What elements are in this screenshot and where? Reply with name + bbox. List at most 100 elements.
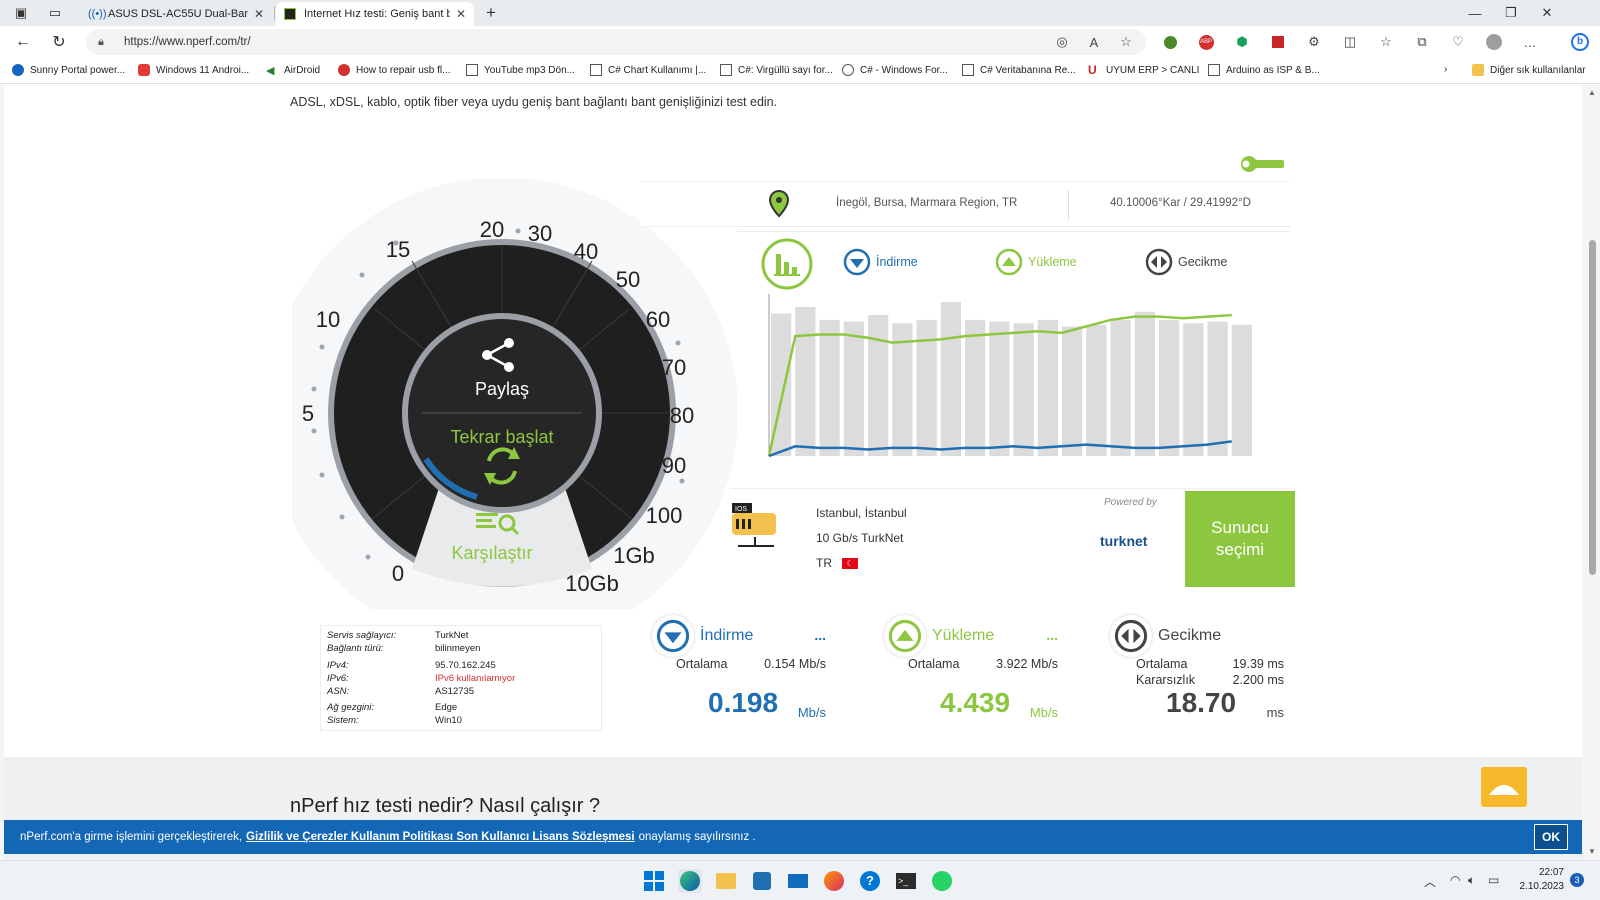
split-screen-icon[interactable]: ◫ bbox=[1340, 32, 1360, 52]
info-row: IPv6: IPv6 kullanılamıyor bbox=[327, 673, 516, 684]
shield-icon[interactable]: ⬢ bbox=[1232, 32, 1252, 52]
wifi-icon[interactable]: ◠ bbox=[1450, 873, 1460, 887]
share-label[interactable]: Paylaş bbox=[475, 379, 529, 399]
scroll-down-icon[interactable]: ▼ bbox=[1588, 847, 1596, 856]
close-icon[interactable]: ✕ bbox=[254, 7, 264, 21]
download-more-button[interactable]: ... bbox=[814, 627, 826, 643]
tab-actions-icon[interactable]: ▭ bbox=[40, 0, 70, 26]
bookmark-item[interactable]: C# Chart Kullanımı |... bbox=[590, 64, 706, 76]
terminal-icon[interactable]: >_ bbox=[894, 869, 918, 893]
favorites-icon[interactable]: ☆ bbox=[1376, 32, 1396, 52]
airdroid-icon: ◀ bbox=[266, 65, 275, 77]
latency-jitter-value: 2.200 ms bbox=[1232, 673, 1284, 687]
graph-toggle-icon[interactable] bbox=[761, 238, 813, 290]
help-icon[interactable]: ? bbox=[858, 869, 882, 893]
close-window-button[interactable]: ✕ bbox=[1532, 0, 1562, 26]
server-country: TR bbox=[816, 556, 832, 570]
upload-value: 4.439 bbox=[940, 687, 1011, 718]
bookmark-item[interactable]: Arduino as ISP & B... bbox=[1208, 64, 1320, 76]
cookie-ok-button[interactable]: OK bbox=[1534, 824, 1568, 850]
volume-icon[interactable]: 🔈︎ bbox=[1468, 873, 1475, 888]
graph-bar bbox=[1183, 323, 1204, 456]
wifi-icon: ((•)) bbox=[88, 8, 107, 20]
store-icon[interactable] bbox=[750, 869, 774, 893]
file-explorer-icon[interactable] bbox=[714, 869, 738, 893]
server-icon: IOS bbox=[732, 503, 776, 547]
read-aloud-icon[interactable]: A bbox=[1084, 32, 1104, 52]
server-select-button[interactable]: Sunucu seçimi bbox=[1185, 491, 1295, 587]
page-icon bbox=[720, 64, 732, 76]
graph-bar bbox=[1110, 319, 1131, 456]
extension-red-icon[interactable] bbox=[1268, 32, 1288, 52]
gauge-label: 90 bbox=[662, 453, 686, 478]
back-arrow-icon[interactable]: ← bbox=[10, 30, 36, 54]
legend-latency[interactable]: Gecikme bbox=[1145, 248, 1227, 276]
collections-icon[interactable]: ⧉ bbox=[1412, 32, 1432, 52]
compare-label[interactable]: Karşılaştır bbox=[451, 543, 532, 563]
restart-label[interactable]: Tekrar başlat bbox=[450, 427, 553, 447]
favorite-star-icon[interactable]: ☆ bbox=[1116, 32, 1136, 52]
minimize-button[interactable]: — bbox=[1460, 0, 1490, 26]
tray-chevron-icon[interactable]: ︿ bbox=[1424, 873, 1436, 890]
page-scrollbar[interactable]: ▲ ▼ bbox=[1586, 85, 1600, 860]
bookmark-item[interactable]: C# - Windows For... bbox=[842, 64, 948, 76]
bookmark-item[interactable]: Windows 11 Androi... bbox=[138, 64, 249, 76]
repair-icon bbox=[338, 64, 350, 76]
download-unit: Mb/s bbox=[797, 705, 826, 720]
bookmark-item[interactable]: ◀ AirDroid bbox=[266, 64, 320, 78]
refresh-icon[interactable]: ↻ bbox=[46, 30, 72, 54]
battery-icon[interactable]: ▭ bbox=[1488, 873, 1499, 887]
cookie-banner: nPerf.com'a girme işlemini gerçekleştire… bbox=[4, 820, 1582, 854]
firefox-icon[interactable] bbox=[822, 869, 846, 893]
upload-more-button[interactable]: ... bbox=[1046, 627, 1058, 643]
url-text[interactable]: https://www.nperf.com/tr/ bbox=[124, 36, 251, 48]
bookmark-item[interactable]: YouTube mp3 Dön... bbox=[466, 64, 575, 76]
extension-globe-icon[interactable] bbox=[1160, 32, 1180, 52]
bookmark-item[interactable]: U UYUM ERP > CANLI bbox=[1088, 64, 1199, 76]
other-bookmarks[interactable]: Diğer sık kullanılanlar bbox=[1472, 64, 1586, 76]
bookmark-item[interactable]: C#: Virgüllü sayı for... bbox=[720, 64, 833, 76]
lock-icon[interactable]: 🔒︎ bbox=[98, 36, 116, 49]
extensions-icon[interactable]: ⚙ bbox=[1304, 32, 1324, 52]
scroll-top-button[interactable] bbox=[1481, 767, 1527, 807]
close-icon[interactable]: ✕ bbox=[456, 7, 466, 21]
bookmark-item[interactable]: How to repair usb fl... bbox=[338, 64, 450, 76]
page-icon bbox=[590, 64, 602, 76]
gauge-label: 20 bbox=[480, 217, 504, 242]
connection-info: Servis sağlayıcı: TurkNet Bağlantı türü: b… bbox=[320, 625, 602, 731]
edge-icon[interactable] bbox=[678, 869, 702, 893]
profile-avatar-icon[interactable] bbox=[1484, 32, 1504, 52]
wrench-settings-icon[interactable] bbox=[1240, 153, 1286, 175]
restore-button[interactable]: ❐ bbox=[1496, 0, 1526, 26]
location-icon[interactable]: ◎ bbox=[1052, 32, 1072, 52]
tab-nperf[interactable]: İnternet Hız testi: Geniş bant bağ ✕ bbox=[276, 2, 474, 26]
tab-asus[interactable]: ((•)) ASUS DSL-AC55U Dual-Band Wi ✕ bbox=[80, 2, 272, 26]
tab-strip: ▣ ▭ ((•)) ASUS DSL-AC55U Dual-Band Wi ✕ … bbox=[0, 0, 1600, 26]
whatsapp-icon[interactable] bbox=[930, 869, 954, 893]
adblock-icon[interactable]: ABP bbox=[1196, 32, 1216, 52]
system-clock[interactable]: 22:07 2.10.2023 bbox=[1508, 866, 1565, 894]
more-menu-icon[interactable]: … bbox=[1520, 32, 1540, 52]
bookmark-item[interactable]: C# Veritabanına Re... bbox=[962, 64, 1076, 76]
bing-copilot-icon[interactable]: b bbox=[1570, 32, 1590, 52]
privacy-policy-link[interactable]: Gizlilik ve Çerezler Kullanım Politikası… bbox=[246, 831, 635, 843]
bookmark-item[interactable]: Sunny Portal power... bbox=[12, 64, 125, 76]
page-icon bbox=[1208, 64, 1220, 76]
scroll-up-icon[interactable]: ▲ bbox=[1588, 88, 1596, 97]
address-bar[interactable]: 🔒︎ https://www.nperf.com/tr/ bbox=[86, 29, 1146, 55]
scroll-thumb[interactable] bbox=[1589, 240, 1596, 575]
latency-title: Gecikme bbox=[1158, 627, 1222, 644]
graph-bar bbox=[1013, 323, 1034, 456]
graph-bar bbox=[819, 319, 840, 456]
graph-bar bbox=[795, 306, 816, 456]
performance-icon[interactable]: ♡ bbox=[1448, 32, 1468, 52]
mail-icon[interactable] bbox=[786, 869, 810, 893]
legend-download[interactable]: İndirme bbox=[843, 248, 918, 276]
workspaces-icon[interactable]: ▣ bbox=[6, 0, 36, 26]
notification-badge[interactable]: 3 bbox=[1570, 873, 1584, 887]
windows-start-icon[interactable] bbox=[642, 869, 666, 893]
new-tab-button[interactable]: + bbox=[480, 2, 502, 24]
upload-avg-label: Ortalama bbox=[908, 657, 960, 671]
bookmarks-overflow-chevron-icon[interactable]: › bbox=[1444, 64, 1447, 75]
legend-upload[interactable]: Yükleme bbox=[995, 248, 1077, 276]
